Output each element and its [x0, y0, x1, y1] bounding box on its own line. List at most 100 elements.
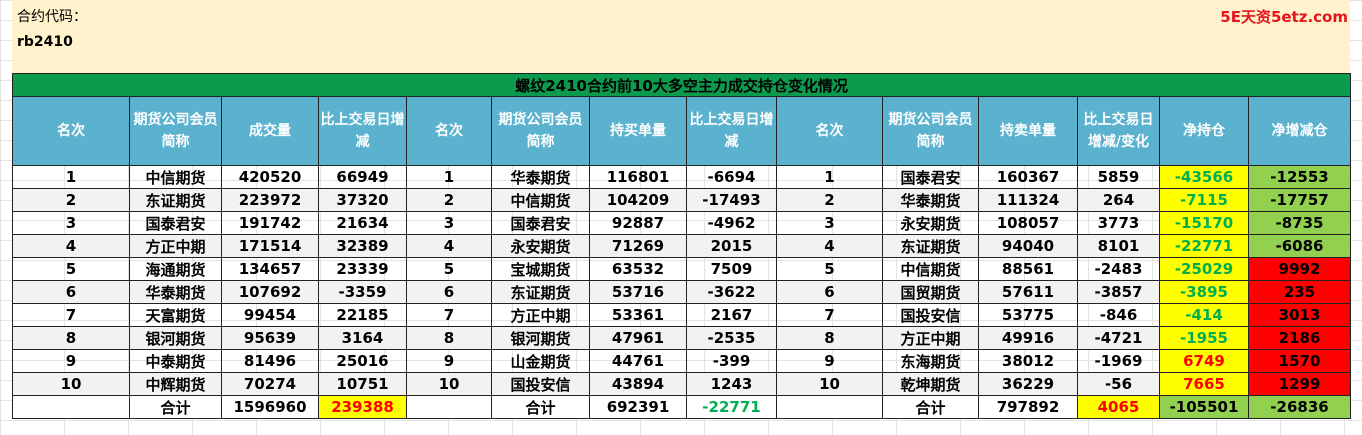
cell-co3: 方正中期	[882, 326, 979, 350]
cell-vol-chg: 21634	[318, 211, 407, 235]
cell-sell-chg: -846	[1077, 303, 1160, 327]
cell-buy-chg: -4962	[686, 211, 777, 235]
title-row: 螺纹2410合约前10大多空主力成交持仓变化情况	[11, 73, 1352, 97]
cell-co1: 华泰期货	[129, 280, 222, 304]
cell-net: -1955	[1159, 326, 1249, 350]
column-header: 期货公司会员简称	[882, 96, 979, 166]
total-net: -105501	[1159, 395, 1249, 419]
cell-buy: 44761	[589, 349, 687, 373]
cell-buy: 43894	[589, 372, 687, 396]
cell-sell-chg: -3857	[1077, 280, 1160, 304]
cell-vol: 134657	[221, 257, 319, 281]
cell-rank3: 7	[776, 303, 883, 327]
table-row: 10 中辉期货 70274 10751 10 国投安信 43894 1243 10 乾坤期货 362…	[12, 372, 1352, 396]
cell-co2: 宝城期货	[491, 257, 590, 281]
cell-buy: 63532	[589, 257, 687, 281]
cell-co2: 国泰君安	[491, 211, 590, 235]
cell-co3: 华泰期货	[882, 188, 979, 212]
empty-cell	[12, 395, 130, 419]
cell-co2: 华泰期货	[491, 165, 590, 189]
cell-net: 7665	[1159, 372, 1249, 396]
empty-cell	[406, 395, 492, 419]
cell-sell: 94040	[978, 234, 1078, 258]
cell-buy: 53361	[589, 303, 687, 327]
cell-vol: 223972	[221, 188, 319, 212]
column-header: 持卖单量	[978, 96, 1078, 166]
cell-rank3: 8	[776, 326, 883, 350]
cell-net: -3895	[1159, 280, 1249, 304]
column-header: 期货公司会员简称	[129, 96, 222, 166]
cell-sell-chg: 8101	[1077, 234, 1160, 258]
cell-rank3: 1	[776, 165, 883, 189]
cell-vol-chg: 32389	[318, 234, 407, 258]
cell-sell-chg: -4721	[1077, 326, 1160, 350]
table-row: 9 中泰期货 81496 25016 9 山金期货 44761 -399 9 东海期货 38012-…	[12, 349, 1352, 373]
cell-sell: 111324	[978, 188, 1078, 212]
cell-rank1: 9	[12, 349, 130, 373]
cell-vol: 191742	[221, 211, 319, 235]
position-table: 螺纹2410合约前10大多空主力成交持仓变化情况 名次 期货公司会员简称 成交量 比上…	[11, 73, 1352, 419]
cell-co3: 国泰君安	[882, 165, 979, 189]
cell-rank2: 2	[406, 188, 492, 212]
cell-vol-chg: 10751	[318, 372, 407, 396]
cell-net-chg: 1570	[1247, 349, 1352, 373]
cell-co3: 中信期货	[882, 257, 979, 281]
cell-rank1: 3	[12, 211, 130, 235]
total-row: 合计 1596960 239388 合计 692391 -22771 合计 797892 406…	[12, 395, 1352, 419]
cell-buy-chg: -17493	[686, 188, 777, 212]
cell-rank2: 3	[406, 211, 492, 235]
cell-rank2: 8	[406, 326, 492, 350]
cell-rank3: 5	[776, 257, 883, 281]
cell-co1: 海通期货	[129, 257, 222, 281]
cell-buy: 104209	[589, 188, 687, 212]
cell-buy: 71269	[589, 234, 687, 258]
cell-sell-chg: -2483	[1077, 257, 1160, 281]
cell-rank3: 10	[776, 372, 883, 396]
cell-rank3: 2	[776, 188, 883, 212]
cell-co1: 天富期货	[129, 303, 222, 327]
cell-co2: 国投安信	[491, 372, 590, 396]
contract-code-label: 合约代码：	[17, 9, 87, 25]
cell-co2: 方正中期	[491, 303, 590, 327]
table-row: 3 国泰君安 191742 21634 3 国泰君安 92887 -4962 3 永安期货 1080…	[12, 211, 1352, 235]
cell-co1: 中辉期货	[129, 372, 222, 396]
cell-vol-chg: 66949	[318, 165, 407, 189]
cell-vol-chg: 3164	[318, 326, 407, 350]
cell-sell-chg: -1969	[1077, 349, 1160, 373]
cell-co1: 方正中期	[129, 234, 222, 258]
column-header: 比上交易日增减	[686, 96, 777, 166]
cell-sell: 88561	[978, 257, 1078, 281]
cell-co1: 银河期货	[129, 326, 222, 350]
cell-sell: 38012	[978, 349, 1078, 373]
cell-sell-chg: 264	[1077, 188, 1160, 212]
header-row: 名次 期货公司会员简称 成交量 比上交易日增减 名次 期货公司会员简称 持买单量 比上交易日增…	[12, 96, 1352, 166]
cell-vol: 70274	[221, 372, 319, 396]
cell-net-chg: 1299	[1247, 372, 1352, 396]
cell-rank2: 4	[406, 234, 492, 258]
cell-rank1: 8	[12, 326, 130, 350]
cell-vol: 107692	[221, 280, 319, 304]
column-header: 成交量	[221, 96, 319, 166]
cell-rank2: 7	[406, 303, 492, 327]
table-row: 7 天富期货 99454 22185 7 方正中期 53361 2167 7 国投安信 53775-…	[12, 303, 1352, 327]
cell-rank1: 7	[12, 303, 130, 327]
cell-sell: 36229	[978, 372, 1078, 396]
contract-code-value: rb2410	[17, 34, 73, 50]
watermark-text: 5E天资5etz.com	[1220, 8, 1348, 26]
total-sell: 797892	[978, 395, 1078, 419]
cell-vol-chg: -3359	[318, 280, 407, 304]
cell-net: -7115	[1159, 188, 1249, 212]
cell-rank1: 10	[12, 372, 130, 396]
cell-net-chg: 3013	[1247, 303, 1352, 327]
cell-co2: 东证期货	[491, 280, 590, 304]
cell-net: -22771	[1159, 234, 1249, 258]
cell-buy-chg: -6694	[686, 165, 777, 189]
cell-vol: 420520	[221, 165, 319, 189]
total-label: 合计	[491, 395, 590, 419]
cell-rank3: 4	[776, 234, 883, 258]
cell-vol: 95639	[221, 326, 319, 350]
total-buy: 692391	[589, 395, 687, 419]
cell-rank1: 6	[12, 280, 130, 304]
table-row: 1 中信期货 420520 66949 1 华泰期货 116801 -6694 1 国泰君安 160…	[12, 165, 1352, 189]
cell-sell: 57611	[978, 280, 1078, 304]
